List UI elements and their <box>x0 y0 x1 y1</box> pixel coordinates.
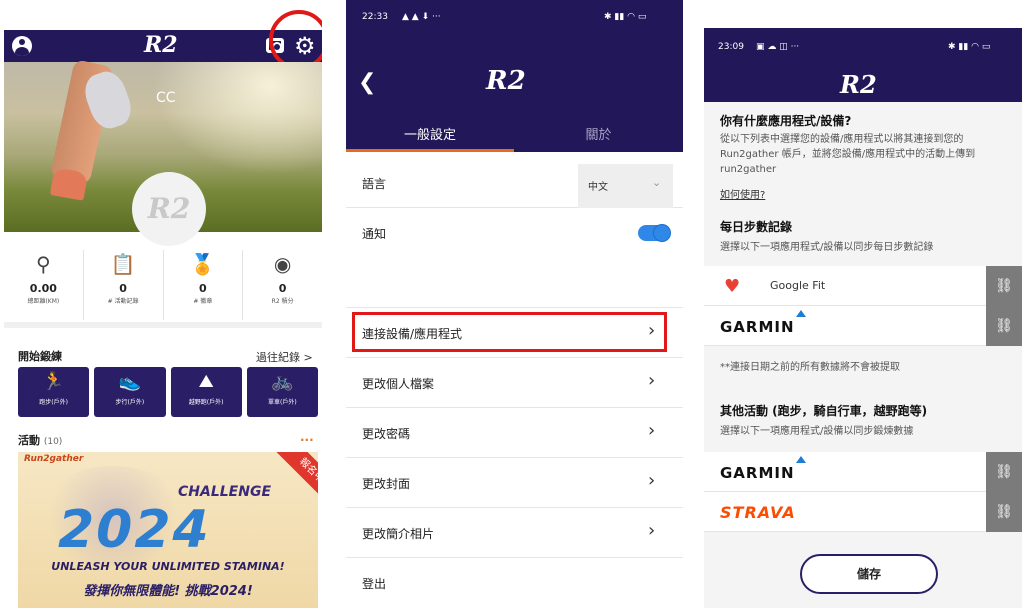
runner-icon: 🏃 <box>42 371 65 392</box>
tab-about[interactable]: 關於 <box>514 124 683 143</box>
other-title: 其他活動 (跑步，騎自行車，越野跑等) <box>720 404 928 418</box>
chevron-right-icon: › <box>648 420 656 441</box>
menu-change-password[interactable]: 更改密碼 › <box>346 408 683 458</box>
bicycle-icon: 🚲 <box>271 371 294 392</box>
clipboard-icon: 📋 <box>110 252 136 276</box>
more-icon[interactable]: ... <box>300 430 314 444</box>
garmin-triangle-icon <box>796 456 806 463</box>
chevron-right-icon: › <box>648 370 656 391</box>
menu-change-profile-photo[interactable]: 更改簡介相片 › <box>346 508 683 558</box>
unlink-icon[interactable]: ⛓ <box>986 452 1022 492</box>
garmin-triangle-icon <box>796 310 806 317</box>
google-fit-label: Google Fit <box>770 279 826 292</box>
google-fit-row[interactable]: ♥ Google Fit ⛓ <box>704 266 1022 306</box>
garmin-activity-row[interactable]: GARMIN ⛓ <box>704 452 1022 492</box>
garmin-logo: GARMIN <box>720 318 795 336</box>
route-icon: ⚲ <box>36 252 51 276</box>
connect-screen: 23:09 ▣ ☁ ◫ ··· ✱ ▮▮ ◠ ▭ R2 你有什麼應用程式/設備?… <box>704 0 1022 608</box>
howto-link[interactable]: 如何使用? <box>720 186 765 201</box>
back-icon[interactable]: ❮ <box>358 70 376 95</box>
stat-points[interactable]: ◉ 0 R2 積分 <box>242 250 322 320</box>
question-title: 你有什麼應用程式/設備? <box>720 114 852 128</box>
slogan: UNLEASH YOUR UNLIMITED STAMINA! <box>51 560 285 573</box>
stats-row: ⚲ 0.00 總距離(KM) 📋 0 # 活動記錄 🏅 0 # 徽章 ◉ 0 R… <box>4 250 322 320</box>
menu-edit-profile[interactable]: 更改個人檔案 › <box>346 358 683 408</box>
notification-label: 通知 <box>362 227 387 241</box>
training-buttons: 🏃 跑步(戶外) 👟 步行(戶外) ⛰ 越野跑(戶外) 🚲 單車(戶外) <box>18 367 318 417</box>
language-select[interactable]: 中文 ⌄ <box>578 164 673 208</box>
r2-coin-icon: ◉ <box>273 252 292 276</box>
chevron-right-icon: › <box>648 470 656 491</box>
tab-indicator <box>346 149 514 152</box>
notification-icons: ▣ ☁ ◫ ··· <box>756 42 800 52</box>
avatar[interactable]: R2 <box>132 172 206 246</box>
divider <box>4 322 322 328</box>
language-label: 語言 <box>362 177 387 191</box>
menu-change-cover[interactable]: 更改封面 › <box>346 458 683 508</box>
language-row: 語言 中文 ⌄ <box>346 158 683 208</box>
notification-icons: ▲ ▲ ⬇ ··· <box>402 12 441 22</box>
training-trail-button[interactable]: ⛰ 越野跑(戶外) <box>170 367 242 417</box>
unlink-icon[interactable]: ⛓ <box>986 266 1022 306</box>
app-logo: R2 <box>144 32 178 58</box>
app-logo: R2 <box>486 66 526 96</box>
strava-logo: STRAVA <box>720 503 796 522</box>
shoe-icon: 👟 <box>118 371 142 392</box>
slogan-chinese: 發揮你無限體能! 挑戰2024! <box>83 584 253 599</box>
save-button[interactable]: 儲存 <box>800 554 938 594</box>
steps-title: 每日步數記錄 <box>720 220 793 234</box>
status-time: 23:09 <box>718 42 744 52</box>
stat-distance[interactable]: ⚲ 0.00 總距離(KM) <box>4 250 83 320</box>
start-training-title: 開始鍛練 <box>18 350 62 363</box>
past-records-link[interactable]: 過往紀錄 > <box>256 349 313 365</box>
data-note: **連接日期之前的所有數據將不會被提取 <box>720 362 900 373</box>
signal-battery-icons: ✱ ▮▮ ◠ ▭ <box>604 12 647 22</box>
spacer-row <box>346 258 683 308</box>
notification-toggle[interactable] <box>638 225 670 241</box>
registration-ribbon: 報名中 <box>271 452 318 511</box>
chevron-right-icon: › <box>648 520 656 541</box>
challenge-label: CHALLENGE <box>178 484 272 500</box>
settings-screen: 22:33 ▲ ▲ ⬇ ··· ✱ ▮▮ ◠ ▭ ❮ R2 一般設定 關於 語言… <box>346 0 683 608</box>
year-label: 2024 <box>58 500 211 560</box>
stat-badges[interactable]: 🏅 0 # 徽章 <box>162 250 243 320</box>
notification-row: 通知 <box>346 208 683 258</box>
trail-runner-icon: ⛰ <box>198 371 214 392</box>
signal-battery-icons: ✱ ▮▮ ◠ ▭ <box>948 42 991 52</box>
unlink-icon[interactable]: ⛓ <box>986 492 1022 532</box>
logout-label: 登出 <box>362 577 387 591</box>
user-icon[interactable] <box>12 36 32 56</box>
app-logo: R2 <box>840 70 877 99</box>
highlight-box <box>352 312 667 352</box>
tab-general[interactable]: 一般設定 <box>346 124 514 143</box>
challenge-banner[interactable]: Run2gather CHALLENGE 2024 UNLEASH YOUR U… <box>18 452 318 608</box>
medal-icon: 🏅 <box>190 252 216 276</box>
training-cycle-button[interactable]: 🚲 單車(戶外) <box>246 367 318 417</box>
logout-row[interactable]: 登出 <box>346 558 683 608</box>
connect-body <box>704 102 1022 608</box>
connect-header: 23:09 ▣ ☁ ◫ ··· ✱ ▮▮ ◠ ▭ R2 <box>704 28 1022 102</box>
brand-label: Run2gather <box>24 454 84 464</box>
other-desc: 選擇以下一項應用程式/設備以同步鍛煉數據 <box>720 426 914 437</box>
highlight-circle <box>269 10 322 70</box>
question-desc: 從以下列表中選擇您的設備/應用程式以將其連接到您的 Run2gather 帳戶，… <box>720 134 976 175</box>
steps-desc: 選擇以下一項應用程式/設備以同步每日步數記錄 <box>720 242 934 253</box>
google-fit-icon: ♥ <box>724 276 741 297</box>
settings-header: 22:33 ▲ ▲ ⬇ ··· ✱ ▮▮ ◠ ▭ ❮ R2 一般設定 關於 <box>346 0 683 152</box>
training-run-button[interactable]: 🏃 跑步(戶外) <box>18 367 90 417</box>
chevron-down-icon: ⌄ <box>652 176 662 189</box>
activities-title: 活動 (10) <box>18 434 63 447</box>
unlink-icon[interactable]: ⛓ <box>986 306 1022 346</box>
garmin-logo: GARMIN <box>720 464 795 482</box>
user-name: CC <box>156 90 176 106</box>
strava-row[interactable]: STRAVA ⛓ <box>704 492 1022 532</box>
garmin-steps-row[interactable]: GARMIN ⛓ <box>704 306 1022 346</box>
status-time: 22:33 <box>362 12 388 22</box>
training-walk-button[interactable]: 👟 步行(戶外) <box>94 367 166 417</box>
profile-screen: R2 ⚙ CC R2 ⚲ 0.00 總距離(KM) 📋 0 # 活動記錄 🏅 0… <box>4 0 322 608</box>
stat-activities[interactable]: 📋 0 # 活動記錄 <box>82 250 163 320</box>
